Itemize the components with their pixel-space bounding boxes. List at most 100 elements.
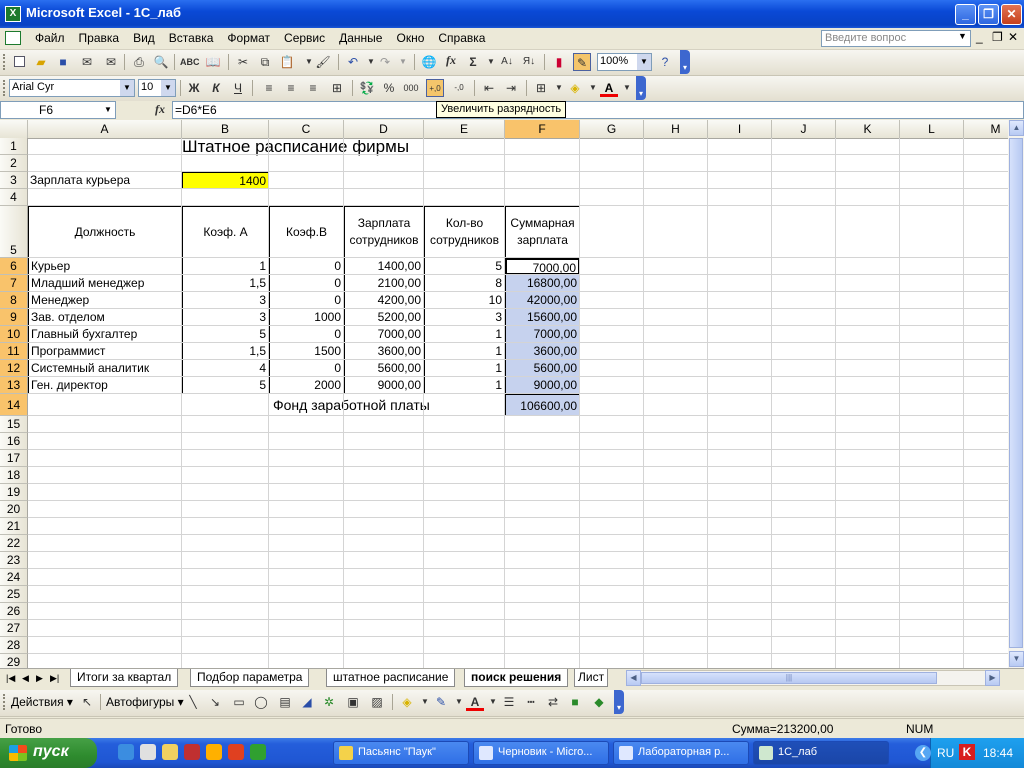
table-cell[interactable]: 7000,00 [505, 258, 580, 275]
row-header[interactable]: 25 [0, 586, 28, 603]
row-header[interactable]: 17 [0, 450, 28, 467]
table-cell[interactable]: 1 [424, 343, 505, 360]
quicklaunch-media-icon[interactable] [250, 744, 266, 760]
position-cell[interactable]: Системный аналитик [28, 360, 182, 377]
table-cell[interactable]: 5 [424, 258, 505, 275]
task-button-active[interactable]: 1C_лаб [753, 741, 889, 765]
arrow-style-icon[interactable]: ⇄ [544, 693, 562, 711]
sheet-title-cell[interactable]: Штатное расписание фирмы [182, 138, 409, 155]
table-cell[interactable]: 5 [182, 377, 269, 394]
menu-data[interactable]: Данные [332, 28, 389, 49]
table-cell[interactable]: 0 [269, 360, 344, 377]
percent-button[interactable]: % [380, 79, 398, 97]
row-header[interactable]: 23 [0, 552, 28, 569]
menu-file[interactable]: Файл [28, 28, 72, 49]
vertical-scrollbar[interactable]: ▲ ▼ [1008, 120, 1024, 668]
doc-minimize-icon[interactable]: _ [976, 30, 983, 44]
column-header[interactable]: C [269, 120, 344, 138]
quicklaunch-app-icon[interactable] [184, 744, 200, 760]
table-cell[interactable]: 9000,00 [505, 377, 580, 394]
row-header[interactable]: 18 [0, 467, 28, 484]
fill-color-icon[interactable]: ◈ [566, 79, 584, 97]
table-cell[interactable]: 3600,00 [505, 343, 580, 360]
table-cell[interactable]: 0 [269, 326, 344, 343]
thousands-button[interactable]: 000 [402, 79, 420, 97]
table-cell[interactable]: 1400,00 [344, 258, 424, 275]
column-header[interactable]: F [505, 120, 580, 138]
row-header[interactable]: 11 [0, 343, 28, 360]
table-cell[interactable]: 42000,00 [505, 292, 580, 309]
menu-help[interactable]: Справка [431, 28, 492, 49]
new-icon[interactable] [10, 53, 28, 71]
row-header[interactable]: 22 [0, 535, 28, 552]
row-header[interactable]: 21 [0, 518, 28, 535]
shadow-style-icon[interactable]: ■ [566, 693, 584, 711]
row-header[interactable]: 8 [0, 292, 28, 309]
worksheet-grid[interactable]: ABCDEFGHIJKLM 1 2 3 4 5 6 7 8 9 10 11 12 13 14 15 16 17 1… [0, 120, 1008, 668]
scroll-up-icon[interactable]: ▲ [1009, 120, 1024, 136]
sort-descending-icon[interactable]: Я↓ [520, 53, 538, 71]
position-cell[interactable]: Зав. отделом [28, 309, 182, 326]
table-cell[interactable]: 1500 [269, 343, 344, 360]
next-sheet-icon[interactable]: ▶ [36, 673, 43, 684]
horizontal-scrollbar[interactable]: ◀ ||| ▶ [626, 670, 1000, 686]
menu-window[interactable]: Окно [389, 28, 431, 49]
doc-close-icon[interactable]: ✕ [1008, 30, 1018, 44]
table-cell[interactable]: 3 [424, 309, 505, 326]
font-size-dropdown-icon[interactable]: ▼ [161, 80, 175, 96]
line-color-icon[interactable]: ✎ [432, 693, 450, 711]
column-header[interactable]: D [344, 120, 424, 138]
increase-decimal-icon[interactable]: +,0 [426, 79, 444, 97]
autosum-icon[interactable]: Σ [464, 53, 482, 71]
row-header[interactable]: 29 [0, 654, 28, 668]
table-cell[interactable]: 3 [182, 292, 269, 309]
underline-button[interactable]: Ч [229, 79, 247, 97]
font-color-icon[interactable]: A [600, 79, 618, 97]
help-icon[interactable]: ? [656, 53, 674, 71]
row-header[interactable]: 6 [0, 258, 28, 275]
column-header[interactable]: A [28, 120, 182, 138]
task-button[interactable]: Черновик - Micro... [473, 741, 609, 765]
row-header[interactable]: 20 [0, 501, 28, 518]
drawing-icon[interactable]: ✎ [573, 53, 591, 71]
align-right-icon[interactable]: ≡ [304, 79, 322, 97]
quicklaunch-ie-icon[interactable] [118, 744, 134, 760]
quicklaunch-winamp-icon[interactable] [206, 744, 222, 760]
scroll-down-icon[interactable]: ▼ [1009, 651, 1024, 667]
last-sheet-icon[interactable]: ▶| [50, 673, 59, 684]
restore-button[interactable]: ❐ [978, 4, 999, 25]
font-size-combo[interactable]: 10 ▼ [138, 79, 176, 97]
row-header[interactable]: 1 [0, 138, 28, 155]
print-preview-icon[interactable]: 🔍 [152, 53, 170, 71]
row-header[interactable]: 4 [0, 189, 28, 206]
column-header[interactable]: I [708, 120, 772, 138]
column-header[interactable]: K [836, 120, 900, 138]
fund-label-cell[interactable]: Фонд заработной платы [269, 394, 430, 416]
redo-icon[interactable]: ↷ [376, 53, 394, 71]
scroll-left-icon[interactable]: ◀ [626, 670, 641, 686]
column-header[interactable]: H [644, 120, 708, 138]
table-cell[interactable]: 16800,00 [505, 275, 580, 292]
start-button[interactable]: пуск [0, 738, 97, 768]
select-all-corner[interactable] [0, 120, 28, 138]
table-cell[interactable]: 1 [424, 326, 505, 343]
table-cell[interactable]: 0 [269, 275, 344, 292]
row-header[interactable]: 9 [0, 309, 28, 326]
doc-restore-icon[interactable]: ❐ [992, 30, 1003, 44]
position-cell[interactable]: Программист [28, 343, 182, 360]
row-header[interactable]: 7 [0, 275, 28, 292]
cut-icon[interactable]: ✂ [234, 53, 252, 71]
sheet-tab[interactable]: штатное расписание [326, 669, 456, 687]
row-header[interactable]: 15 [0, 416, 28, 433]
font-color-dropdown-icon[interactable]: ▼ [618, 79, 636, 97]
header-position[interactable]: Должность [28, 206, 182, 258]
merge-center-icon[interactable]: ⊞ [328, 79, 346, 97]
first-sheet-icon[interactable]: |◀ [6, 673, 15, 684]
toolbar-grip[interactable] [3, 54, 8, 70]
mail-icon[interactable]: ✉ [102, 53, 120, 71]
format-painter-icon[interactable]: 🖌 [314, 53, 332, 71]
header-f[interactable]: Суммарная зарплата [505, 206, 580, 258]
menu-insert[interactable]: Вставка [162, 28, 221, 49]
table-cell[interactable]: 15600,00 [505, 309, 580, 326]
insert-function-icon[interactable]: fx [442, 53, 460, 71]
